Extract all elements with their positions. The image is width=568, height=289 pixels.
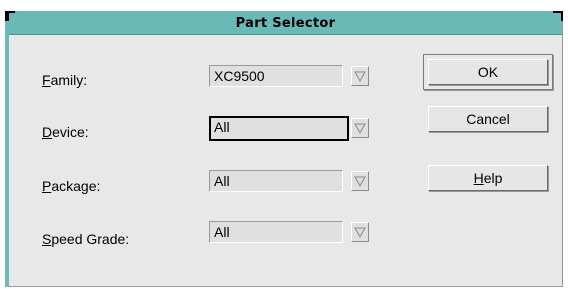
family-combo-field[interactable]: XC9500: [209, 65, 343, 87]
help-button[interactable]: Help: [428, 165, 548, 191]
chevron-down-icon: [354, 123, 366, 134]
dialog-title: Part Selector: [235, 15, 336, 31]
dialog-titlebar[interactable]: Part Selector: [9, 12, 562, 35]
device-dropdown-button[interactable]: [351, 118, 369, 138]
help-button-label: Help: [473, 170, 503, 186]
cancel-button[interactable]: Cancel: [428, 106, 548, 132]
ok-button[interactable]: OK: [428, 59, 548, 85]
chevron-down-icon: [354, 176, 366, 187]
family-label: Family:: [42, 72, 88, 88]
speed-grade-label: Speed Grade:: [42, 231, 130, 247]
window-frame-corner-top-left[interactable]: [5, 11, 15, 21]
window-frame-corner-top-right[interactable]: [553, 11, 563, 21]
speed-grade-dropdown-button[interactable]: [351, 222, 369, 242]
device-label: Device:: [42, 124, 89, 140]
chevron-down-icon: [354, 71, 366, 82]
package-combo-field[interactable]: All: [209, 170, 343, 192]
ok-button-label: OK: [477, 64, 499, 80]
part-selector-dialog: Part Selector Family: XC9500 Device: All…: [5, 11, 563, 287]
device-combo-field[interactable]: All: [209, 116, 349, 141]
cancel-button-label: Cancel: [466, 111, 510, 127]
speed-grade-combo-field[interactable]: All: [209, 221, 343, 243]
package-dropdown-button[interactable]: [351, 171, 369, 191]
package-label: Package:: [42, 178, 101, 194]
family-dropdown-button[interactable]: [351, 66, 369, 86]
chevron-down-icon: [354, 227, 366, 238]
